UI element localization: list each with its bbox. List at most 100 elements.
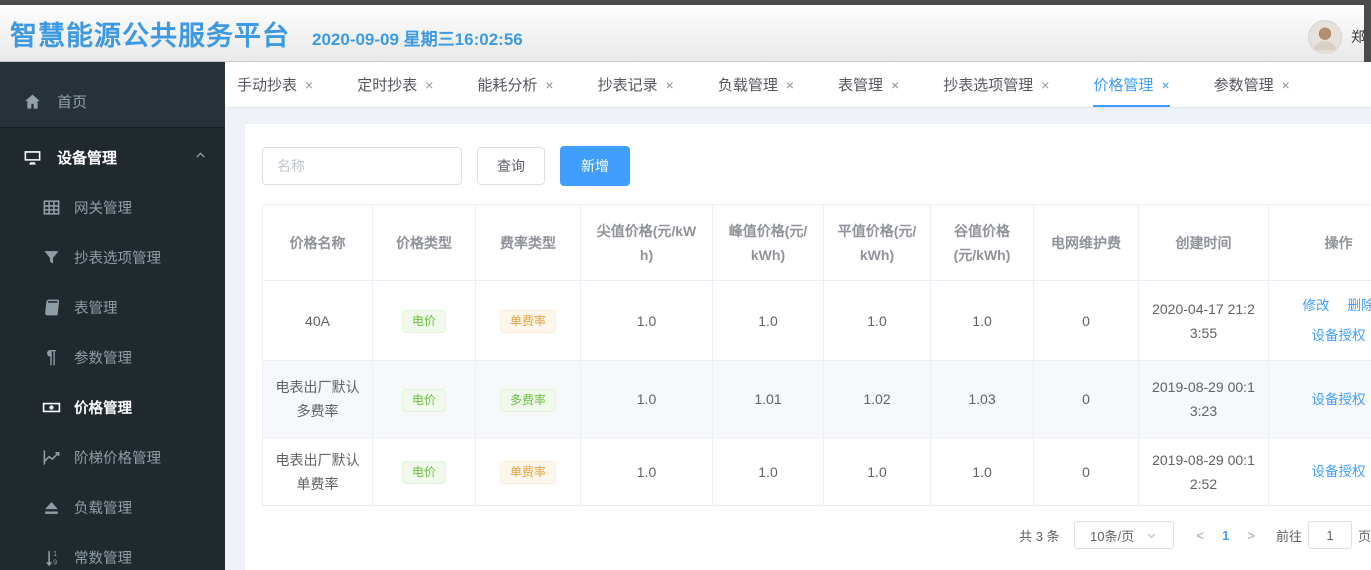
cell-peak-price: 1.0 bbox=[712, 280, 824, 361]
avatar-image bbox=[1309, 21, 1341, 53]
sort-numeric-icon: 19 bbox=[42, 548, 61, 567]
user-name: 郑 bbox=[1351, 29, 1365, 45]
sidebar-item-device-management[interactable]: 设备管理 bbox=[0, 132, 225, 182]
tab-label: 定时抄表 bbox=[357, 77, 418, 94]
chart-line-icon bbox=[42, 448, 61, 467]
price-type-tag: 电价 bbox=[401, 461, 446, 484]
tab-manual-meter-reading[interactable]: 手动抄表 × bbox=[237, 62, 313, 107]
add-button[interactable]: 新增 bbox=[560, 146, 630, 186]
device-authorize-link[interactable]: 设备授权 bbox=[1312, 328, 1366, 343]
filter-icon bbox=[42, 248, 61, 267]
goto-page-input[interactable] bbox=[1307, 521, 1352, 549]
sidebar-item-load-management[interactable]: 负载管理 bbox=[0, 482, 225, 532]
tab-energy-analysis[interactable]: 能耗分析 × bbox=[477, 62, 553, 107]
sidebar-item-meter-option-management[interactable]: 抄表选项管理 bbox=[0, 232, 225, 282]
sidebar-item-home[interactable]: 首页 bbox=[0, 78, 225, 124]
close-icon[interactable]: × bbox=[891, 78, 899, 92]
rate-type-tag: 多费率 bbox=[499, 388, 556, 412]
table-row: 电表出厂默认多费率 电价 多费率 1.0 1.01 1.02 1.03 0 20… bbox=[262, 360, 1371, 438]
sidebar-item-label: 价格管理 bbox=[74, 400, 132, 417]
tab-price-management[interactable]: 价格管理 × bbox=[1093, 62, 1170, 107]
svg-text:1: 1 bbox=[53, 549, 57, 557]
cell-sharp-price: 1.0 bbox=[580, 280, 713, 361]
next-page-button[interactable]: > bbox=[1238, 528, 1264, 543]
cell-price-name: 40A bbox=[262, 280, 373, 361]
cell-flat-price: 1.02 bbox=[823, 360, 931, 438]
sidebar-item-price-management[interactable]: 价格管理 bbox=[0, 382, 225, 432]
goto-suffix: 页 bbox=[1357, 528, 1371, 544]
close-icon[interactable]: × bbox=[425, 78, 433, 92]
col-created-time: 创建时间 bbox=[1138, 204, 1269, 281]
tab-label: 负载管理 bbox=[717, 77, 778, 94]
app-header: 智慧能源公共服务平台 2020-09-09 星期三16:02:56 郑 bbox=[0, 5, 1371, 62]
col-grid-maintenance-fee: 电网维护费 bbox=[1033, 204, 1139, 281]
tab-load-management[interactable]: 负载管理 × bbox=[718, 62, 794, 107]
sidebar-item-tiered-price-management[interactable]: 阶梯价格管理 bbox=[0, 432, 225, 482]
pilcrow-icon: ¶ bbox=[46, 346, 57, 367]
col-price-type: 价格类型 bbox=[372, 204, 476, 281]
user-avatar[interactable] bbox=[1308, 20, 1342, 54]
rate-type-tag: 单费率 bbox=[499, 461, 556, 484]
close-icon[interactable]: × bbox=[1041, 78, 1049, 92]
pagination: 共 3 条 10条/页 < 1 > 前往 页 bbox=[262, 521, 1371, 549]
money-bill-icon bbox=[42, 398, 61, 417]
user-menu[interactable]: 郑 bbox=[1308, 20, 1365, 54]
tab-label: 能耗分析 bbox=[477, 77, 538, 94]
cell-flat-price: 1.0 bbox=[823, 280, 931, 361]
cell-created-time: 2019-08-29 00:12:52 bbox=[1138, 437, 1269, 506]
sidebar-item-parameter-management[interactable]: ¶ 参数管理 bbox=[0, 332, 225, 382]
tab-meter-option-management[interactable]: 抄表选项管理 × bbox=[943, 62, 1049, 107]
sidebar-item-label: 常数管理 bbox=[74, 550, 132, 567]
sidebar-item-label: 参数管理 bbox=[74, 350, 132, 367]
sidebar-item-label: 表管理 bbox=[74, 300, 118, 317]
eject-icon bbox=[42, 498, 61, 517]
tab-parameter-management[interactable]: 参数管理 × bbox=[1214, 62, 1290, 107]
sidebar-item-meter-management[interactable]: 表管理 bbox=[0, 282, 225, 332]
gateway-grid-icon bbox=[42, 198, 61, 217]
page-size-select[interactable]: 10条/页 bbox=[1073, 521, 1174, 549]
cell-flat-price: 1.0 bbox=[823, 437, 931, 506]
sidebar-item-label: 设备管理 bbox=[57, 149, 118, 167]
close-icon[interactable]: × bbox=[305, 78, 313, 92]
prev-page-button[interactable]: < bbox=[1188, 528, 1214, 543]
close-icon[interactable]: × bbox=[786, 78, 794, 92]
close-icon[interactable]: × bbox=[1282, 78, 1290, 92]
chevron-up-icon bbox=[194, 149, 207, 166]
edit-link[interactable]: 修改 bbox=[1303, 298, 1330, 313]
sidebar-item-gateway-management[interactable]: 网关管理 bbox=[0, 182, 225, 232]
cell-actions: 修改 删除 设备授权 bbox=[1268, 280, 1371, 361]
book-icon bbox=[42, 298, 61, 317]
monitor-icon bbox=[23, 148, 42, 167]
close-icon[interactable]: × bbox=[666, 78, 674, 92]
close-icon[interactable]: × bbox=[1161, 78, 1169, 92]
tab-meter-records[interactable]: 抄表记录 × bbox=[598, 62, 674, 107]
close-icon[interactable]: × bbox=[545, 78, 553, 92]
rate-type-tag: 单费率 bbox=[499, 310, 556, 333]
table-header-row: 价格名称 价格类型 费率类型 尖值价格(元/kWh) 峰值价格(元/kWh) 平… bbox=[262, 204, 1371, 281]
delete-link[interactable]: 删除 bbox=[1347, 298, 1371, 313]
table-row: 40A 电价 单费率 1.0 1.0 1.0 1.0 0 2020-04-17 … bbox=[262, 280, 1371, 361]
pagination-total: 共 3 条 bbox=[1019, 528, 1060, 544]
device-authorize-link[interactable]: 设备授权 bbox=[1312, 464, 1366, 479]
cell-maintenance-fee: 0 bbox=[1033, 280, 1139, 361]
tab-meter-management[interactable]: 表管理 × bbox=[838, 62, 899, 107]
cell-price-name: 电表出厂默认单费率 bbox=[262, 437, 373, 506]
query-button[interactable]: 查询 bbox=[477, 147, 545, 185]
header-datetime: 2020-09-09 星期三16:02:56 bbox=[312, 29, 523, 49]
window-corner bbox=[1364, 0, 1371, 62]
price-type-tag: 电价 bbox=[401, 310, 446, 333]
col-valley-price: 谷值价格(元/kWh) bbox=[930, 204, 1034, 281]
cell-peak-price: 1.0 bbox=[712, 437, 824, 506]
content-panel: 查询 新增 价格名称 价格类型 费率类型 尖值价格(元/kWh) 峰 bbox=[245, 124, 1371, 570]
tab-label: 参数管理 bbox=[1213, 77, 1274, 94]
sidebar-item-label: 网关管理 bbox=[74, 200, 132, 217]
search-input[interactable] bbox=[262, 147, 462, 185]
table-row: 电表出厂默认单费率 电价 单费率 1.0 1.0 1.0 1.0 0 2019-… bbox=[262, 437, 1371, 506]
cell-sharp-price: 1.0 bbox=[580, 437, 713, 506]
tab-label: 价格管理 bbox=[1093, 77, 1154, 94]
device-authorize-link[interactable]: 设备授权 bbox=[1312, 392, 1366, 407]
sidebar-item-constant-management[interactable]: 19 常数管理 bbox=[0, 532, 225, 570]
price-type-tag: 电价 bbox=[401, 388, 446, 412]
page-number-1[interactable]: 1 bbox=[1213, 528, 1238, 543]
tab-scheduled-meter-reading[interactable]: 定时抄表 × bbox=[357, 62, 433, 107]
